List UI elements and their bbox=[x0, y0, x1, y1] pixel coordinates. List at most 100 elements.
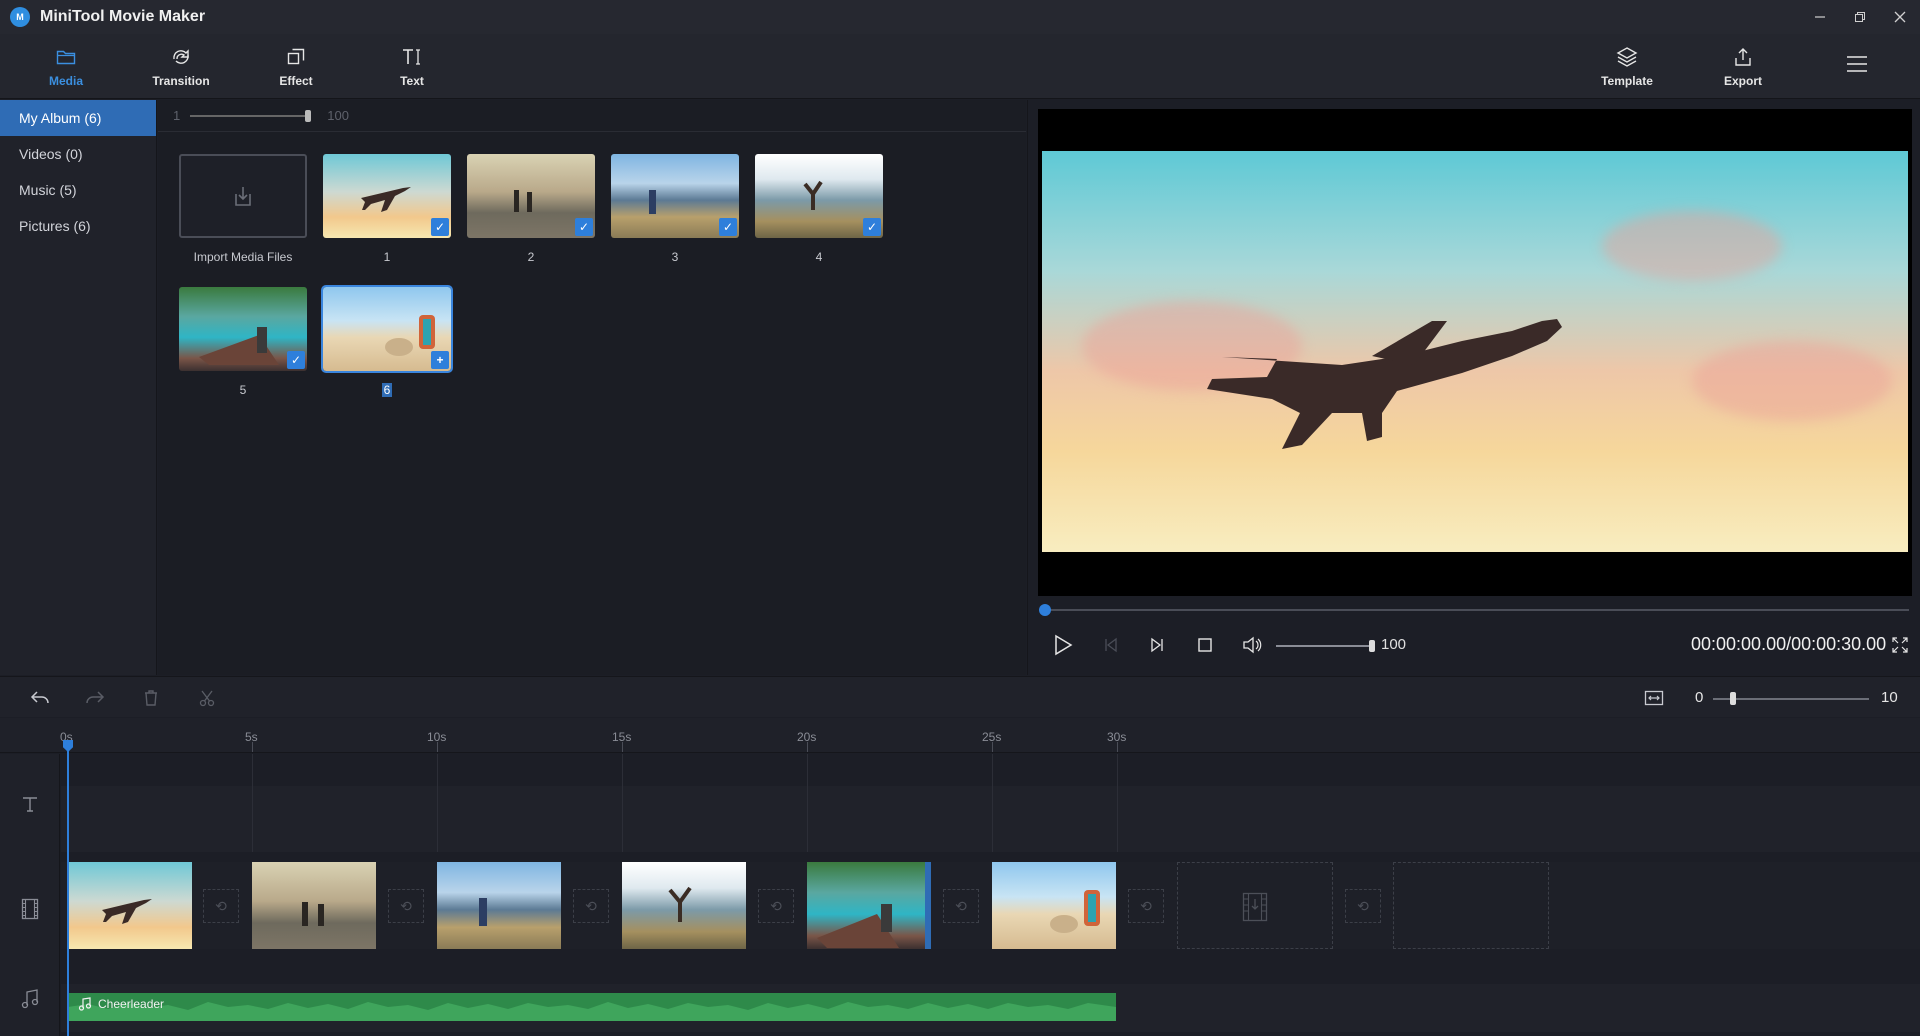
app-title: MiniTool Movie Maker bbox=[40, 8, 205, 26]
playback-controls: 100 00:00:00.00/00:00:30.00 bbox=[1028, 627, 1920, 663]
import-media-tile[interactable]: Import Media Files bbox=[179, 154, 307, 264]
playback-progress-bar[interactable] bbox=[1043, 609, 1909, 611]
thumbnail-zoom-track[interactable] bbox=[190, 115, 308, 117]
thumbnail-size-slider: 1 100 bbox=[158, 100, 1026, 132]
fullscreen-button[interactable] bbox=[1885, 627, 1915, 663]
effect-icon bbox=[286, 46, 306, 68]
track-spacer bbox=[61, 852, 1920, 862]
transition-slot[interactable]: ⟲ bbox=[1345, 889, 1381, 923]
undo-icon bbox=[30, 689, 50, 707]
import-media-button[interactable] bbox=[179, 154, 307, 238]
media-tile-1[interactable]: ✓ 1 bbox=[323, 154, 451, 264]
transition-slot[interactable]: ⟲ bbox=[943, 889, 979, 923]
transition-slot[interactable]: ⟲ bbox=[203, 889, 239, 923]
restore-icon[interactable] bbox=[1840, 0, 1880, 34]
play-icon bbox=[1053, 634, 1073, 656]
added-check-icon: ✓ bbox=[431, 218, 449, 236]
ruler-tick-mark bbox=[992, 742, 993, 752]
sidebar-item-music[interactable]: Music (5) bbox=[0, 172, 156, 208]
transition-slot[interactable]: ⟲ bbox=[758, 889, 794, 923]
transition-slot[interactable]: ⟲ bbox=[388, 889, 424, 923]
music-note-icon bbox=[78, 997, 92, 1011]
playhead[interactable] bbox=[67, 740, 69, 1036]
sidebar-item-videos[interactable]: Videos (0) bbox=[0, 136, 156, 172]
ruler-tick-mark bbox=[437, 742, 438, 752]
media-tile-6[interactable]: + 6 bbox=[323, 287, 451, 397]
undo-button[interactable] bbox=[20, 677, 60, 718]
empty-clip-slot[interactable] bbox=[1177, 862, 1333, 949]
stop-icon bbox=[1197, 637, 1213, 653]
template-button[interactable]: Template bbox=[1577, 34, 1677, 99]
transition-slot-icon: ⟲ bbox=[1140, 898, 1152, 915]
sidebar-item-my-album[interactable]: My Album (6) bbox=[0, 100, 156, 136]
timeline-clip-woman-rock[interactable] bbox=[622, 862, 746, 949]
delete-button[interactable] bbox=[131, 677, 171, 718]
media-tile-label: 1 bbox=[323, 250, 451, 264]
media-tile-3[interactable]: ✓ 3 bbox=[611, 154, 739, 264]
film-drop-icon bbox=[1241, 889, 1269, 923]
tab-transition[interactable]: Transition bbox=[131, 34, 231, 99]
timeline-clip-mountains[interactable] bbox=[437, 862, 561, 949]
next-frame-button[interactable] bbox=[1139, 627, 1175, 663]
volume-value: 100 bbox=[1381, 636, 1406, 653]
media-tile-2[interactable]: ✓ 2 bbox=[467, 154, 595, 264]
text-icon bbox=[401, 46, 423, 68]
timeline-clip-airplane[interactable] bbox=[68, 862, 192, 949]
audio-waveform bbox=[68, 993, 1116, 1021]
ruler-tick-mark bbox=[252, 742, 253, 752]
transition-slot-icon: ⟲ bbox=[585, 898, 597, 915]
main-toolbar: Media Transition Effect Text Template bbox=[0, 34, 1920, 99]
media-tile-5[interactable]: ✓ 5 bbox=[179, 287, 307, 397]
redo-icon bbox=[85, 689, 105, 707]
menu-button[interactable] bbox=[1807, 34, 1907, 99]
volume-button[interactable] bbox=[1234, 627, 1270, 663]
added-check-icon: ✓ bbox=[575, 218, 593, 236]
grid-line bbox=[992, 754, 993, 852]
media-tile-4[interactable]: ✓ 4 bbox=[755, 154, 883, 264]
transition-slot-icon: ⟲ bbox=[955, 898, 967, 915]
grid-line bbox=[807, 754, 808, 852]
sidebar-item-pictures[interactable]: Pictures (6) bbox=[0, 208, 156, 244]
tab-media[interactable]: Media bbox=[16, 34, 116, 99]
ruler-tick-mark bbox=[622, 742, 623, 752]
media-tile-label: 5 bbox=[179, 383, 307, 397]
timeline-clip-boat[interactable] bbox=[807, 862, 931, 949]
timeline-ruler[interactable]: 0s 5s 10s 15s 20s 25s 30s bbox=[0, 718, 1920, 753]
play-button[interactable] bbox=[1045, 627, 1081, 663]
volume-slider[interactable] bbox=[1276, 645, 1372, 647]
playback-progress-handle[interactable] bbox=[1039, 604, 1051, 616]
tab-text[interactable]: Text bbox=[362, 34, 462, 99]
tab-effect[interactable]: Effect bbox=[246, 34, 346, 99]
tab-media-label: Media bbox=[49, 74, 83, 88]
fit-timeline-button[interactable] bbox=[1634, 677, 1674, 718]
empty-clip-slot[interactable] bbox=[1393, 862, 1549, 949]
transition-slot-icon: ⟲ bbox=[770, 898, 782, 915]
timeline-zoom-slider[interactable] bbox=[1713, 698, 1869, 700]
audio-clip[interactable]: Cheerleader bbox=[68, 993, 1116, 1021]
minimize-icon[interactable] bbox=[1800, 0, 1840, 34]
ruler-tick-mark bbox=[807, 742, 808, 752]
redo-button[interactable] bbox=[75, 677, 115, 718]
export-button[interactable]: Export bbox=[1693, 34, 1793, 99]
timeline-clip-beach[interactable] bbox=[992, 862, 1116, 949]
track-spacer bbox=[61, 754, 1920, 786]
stop-button[interactable] bbox=[1187, 627, 1223, 663]
volume-slider-handle[interactable] bbox=[1369, 640, 1375, 652]
close-icon[interactable] bbox=[1880, 0, 1920, 34]
add-plus-icon[interactable]: + bbox=[431, 351, 449, 369]
timeline-clip-road[interactable] bbox=[252, 862, 376, 949]
added-check-icon: ✓ bbox=[287, 351, 305, 369]
text-track[interactable] bbox=[61, 786, 1920, 852]
transition-slot[interactable]: ⟲ bbox=[1128, 889, 1164, 923]
split-button[interactable] bbox=[187, 677, 227, 718]
window-controls bbox=[1800, 0, 1920, 34]
transition-slot[interactable]: ⟲ bbox=[573, 889, 609, 923]
video-preview-screen bbox=[1038, 109, 1912, 596]
thumbnail-zoom-handle[interactable] bbox=[305, 110, 311, 122]
fit-to-screen-icon bbox=[1644, 690, 1664, 706]
previous-frame-button[interactable] bbox=[1093, 627, 1129, 663]
timeline-zoom-max: 10 bbox=[1881, 689, 1898, 706]
text-track-icon bbox=[0, 774, 60, 834]
media-library: 1 100 Import Media Files ✓ 1 ✓ 2 bbox=[158, 100, 1026, 675]
timeline-zoom-handle[interactable] bbox=[1730, 692, 1736, 705]
